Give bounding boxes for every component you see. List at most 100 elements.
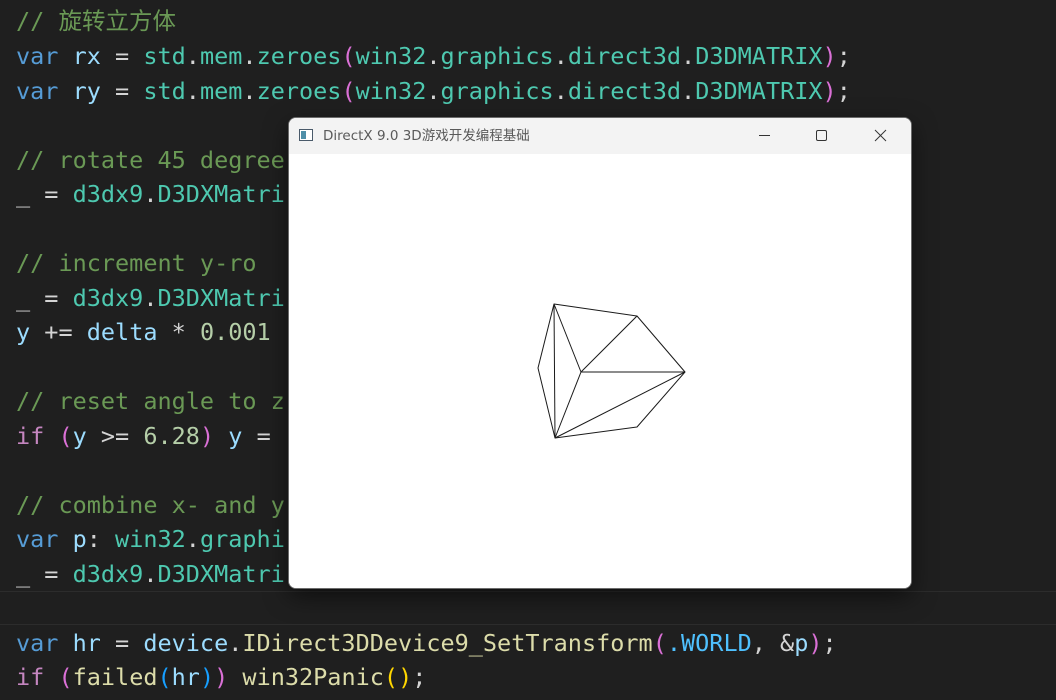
code-token: ; <box>836 77 851 105</box>
code-token: hr <box>72 629 101 657</box>
code-token: ( <box>652 629 667 657</box>
code-token: ) <box>214 663 229 691</box>
code-token: IDirect3DDevice9_SetTransform <box>242 629 653 657</box>
code-token: direct3d <box>567 42 682 70</box>
code-line: _ = d3dx9.D3DXMatri <box>16 557 285 591</box>
code-token: ) <box>199 422 215 450</box>
code-token: var <box>16 42 73 70</box>
code-token: . <box>426 77 441 105</box>
cube-edge <box>553 303 556 439</box>
code-line: _ = d3dx9.D3DXMatri <box>16 177 285 211</box>
cube-edge <box>553 303 582 373</box>
code-token: , <box>751 629 781 657</box>
code-token: d3dx9 <box>72 560 144 588</box>
code-token: mem <box>199 42 243 70</box>
code-token: var <box>16 77 73 105</box>
code-token: win32Panic <box>242 663 384 691</box>
code-token: ry <box>72 77 101 105</box>
code-token: p <box>72 525 87 553</box>
code-token: ; <box>412 663 427 691</box>
code-token: . <box>242 77 257 105</box>
code-line: // rotate 45 degree <box>16 143 285 177</box>
code-token: ) <box>398 663 413 691</box>
code-token: _ = <box>16 180 73 208</box>
code-token: . <box>185 77 200 105</box>
code-token: ( <box>58 663 73 691</box>
code-token: D3DMATRIX <box>695 42 823 70</box>
close-button[interactable] <box>851 118 911 154</box>
code-token: win32 <box>355 77 427 105</box>
code-token: var <box>16 525 73 553</box>
code-token: win32 <box>115 525 186 553</box>
code-token: . <box>553 77 568 105</box>
cube-edge <box>580 315 638 373</box>
code-line: var ry = std.mem.zeroes(win32.graphics.d… <box>16 74 851 108</box>
window-titlebar[interactable]: DirectX 9.0 3D游戏开发编程基础 <box>289 118 911 154</box>
code-token: ) <box>822 77 837 105</box>
code-line: _ = d3dx9.D3DXMatri <box>16 281 285 315</box>
rotating-cube-wireframe <box>537 303 686 439</box>
cube-edge <box>554 371 582 439</box>
code-token: . <box>681 77 696 105</box>
code-token: ) <box>199 663 215 691</box>
code-token: D3DXMatri <box>157 180 285 208</box>
code-token: = <box>100 629 144 657</box>
code-token: . <box>426 42 441 70</box>
code-line: // reset angle to z <box>16 384 285 418</box>
code-token: zeroes <box>256 77 342 105</box>
code-line: var rx = std.mem.zeroes(win32.graphics.d… <box>16 39 851 73</box>
cube-edge <box>554 371 686 439</box>
code-token: graphics <box>440 42 554 70</box>
code-token: += <box>30 318 87 346</box>
render-viewport[interactable] <box>289 154 911 588</box>
maximize-button[interactable] <box>793 118 851 154</box>
window-title: DirectX 9.0 3D游戏开发编程基础 <box>323 128 530 144</box>
code-token: device <box>143 629 229 657</box>
code-token: . <box>143 560 158 588</box>
minimize-icon <box>759 135 770 136</box>
code-token: d3dx9 <box>72 284 144 312</box>
code-token: zeroes <box>256 42 342 70</box>
directx-app-window[interactable]: DirectX 9.0 3D游戏开发编程基础 <box>289 118 911 588</box>
code-token: . <box>143 180 158 208</box>
code-token: // increment y-ro <box>16 249 257 277</box>
code-token: ( <box>157 663 172 691</box>
code-token: graphi <box>199 525 285 553</box>
code-token: . <box>185 42 200 70</box>
code-token: : <box>86 525 116 553</box>
code-token: . <box>242 42 257 70</box>
code-token: D3DXMatri <box>157 284 285 312</box>
code-token: & <box>780 629 795 657</box>
code-token: _ = <box>16 560 73 588</box>
code-token: ; <box>822 629 837 657</box>
code-token: ( <box>341 77 356 105</box>
code-token: // reset angle to z <box>16 387 285 415</box>
code-token: ) <box>808 629 823 657</box>
code-token: = <box>100 42 144 70</box>
code-line: var p: win32.graphi <box>16 522 285 556</box>
minimize-button[interactable] <box>735 118 793 154</box>
code-token: = <box>242 422 271 450</box>
code-line: y += delta * 0.001 <box>16 315 271 349</box>
code-line: if (failed(hr)) win32Panic(); <box>16 660 426 694</box>
code-token: failed <box>72 663 158 691</box>
code-token: ( <box>58 422 73 450</box>
code-token: win32 <box>355 42 427 70</box>
code-token: ( <box>341 42 356 70</box>
code-token: d3dx9 <box>72 180 144 208</box>
code-token: .WORLD <box>666 629 752 657</box>
code-token: 0.001 <box>199 318 271 346</box>
code-token: . <box>681 42 696 70</box>
code-token: delta <box>86 318 158 346</box>
code-token: y <box>72 422 87 450</box>
cube-silhouette <box>537 303 686 439</box>
code-token: >= <box>86 422 144 450</box>
code-line: var hr = device.IDirect3DDevice9_SetTran… <box>16 626 837 660</box>
code-token: // combine x- and y <box>16 491 285 519</box>
code-line: // combine x- and y <box>16 488 285 522</box>
code-token: direct3d <box>567 77 682 105</box>
code-token: _ = <box>16 284 73 312</box>
current-line-highlight <box>0 591 1056 625</box>
maximize-icon <box>816 130 827 141</box>
